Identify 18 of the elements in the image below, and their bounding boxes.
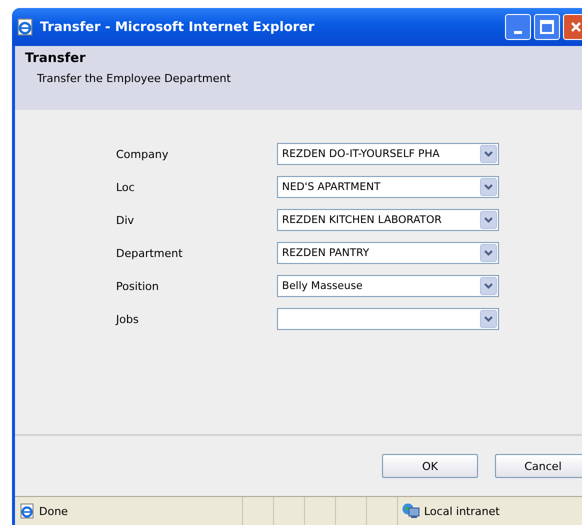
dropdown-field[interactable]: NED'S APARTMENT — [277, 176, 499, 198]
dropdown-field[interactable]: REZDEN DO-IT-YOURSELF PHA — [277, 143, 499, 165]
zone-text: Local intranet — [424, 504, 500, 518]
field-label: Company — [116, 148, 170, 160]
dialog-title: Transfer — [25, 51, 86, 66]
status-text: Done — [39, 504, 68, 518]
dropdown-field[interactable]: Belly Masseuse — [277, 275, 499, 297]
field-label: Position — [116, 280, 160, 292]
dropdown-field[interactable]: REZDEN KITCHEN LABORATOR — [277, 209, 499, 231]
field-label: Loc — [116, 180, 136, 194]
ok-button[interactable]: OK — [382, 454, 478, 478]
dialog-subtitle: Transfer the Employee Department — [36, 72, 232, 85]
field-label: Jobs — [116, 312, 140, 326]
window-title: Transfer - Microsoft Internet Explorer — [40, 20, 314, 34]
cancel-button[interactable]: Cancel — [495, 454, 582, 478]
field-label: Department — [116, 246, 184, 260]
field-label: Div — [116, 214, 136, 226]
dropdown-field[interactable]: REZDEN PANTRY — [277, 242, 499, 264]
